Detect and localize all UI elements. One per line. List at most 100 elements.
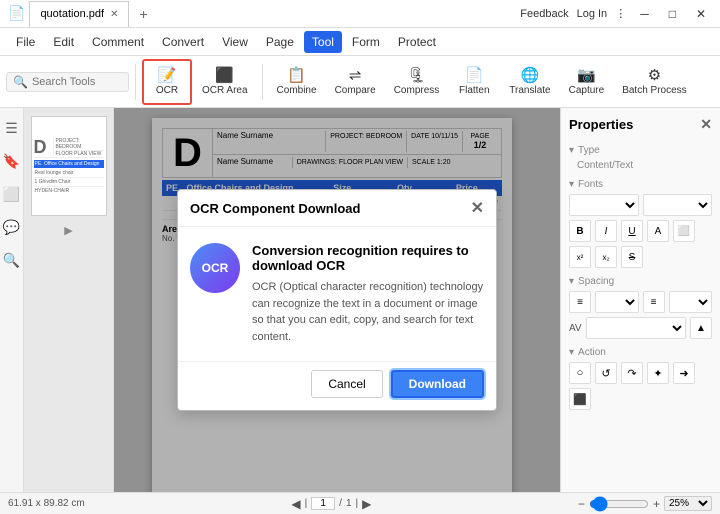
action-section: Action ○ ↺ ↷ ✦ ➜ ⬛	[569, 347, 712, 410]
search-tools-bar[interactable]: 🔍	[6, 72, 129, 92]
menu-bar: File Edit Comment Convert View Page Tool…	[0, 28, 720, 56]
panel-close-button[interactable]: ✕	[700, 116, 712, 133]
ocr-area-label: OCR Area	[202, 85, 248, 96]
translate-button[interactable]: 🌐 Translate	[501, 59, 558, 105]
sidebar-icon-comment[interactable]: 💬	[0, 215, 24, 240]
ocr-area-button[interactable]: ⬛ OCR Area	[194, 59, 256, 105]
menu-comment[interactable]: Comment	[84, 31, 152, 53]
search-icon: 🔍	[13, 75, 28, 89]
ocr-modal-icon: OCR	[190, 243, 240, 293]
capture-button[interactable]: 📷 Capture	[561, 59, 613, 105]
highlight-button[interactable]: ⬜	[673, 220, 695, 242]
menu-page[interactable]: Page	[258, 31, 302, 53]
menu-tool[interactable]: Tool	[304, 31, 342, 53]
compare-button[interactable]: ⇌ Compare	[327, 59, 384, 105]
left-sidebar: ☰ 🔖 ⬜ 💬 🔍	[0, 108, 24, 492]
ocr-button[interactable]: 📝 OCR	[142, 59, 192, 105]
new-tab-button[interactable]: +	[133, 4, 153, 24]
expand-panel-arrow[interactable]: ▶	[64, 224, 72, 237]
action-btn-5[interactable]: ➜	[673, 362, 695, 384]
action-btn-6[interactable]: ⬛	[569, 388, 591, 410]
flatten-button[interactable]: 📄 Flatten	[449, 59, 499, 105]
fonts-section: Fonts B I U A ⬜ x² x₂ S	[569, 179, 712, 268]
title-right: Feedback Log In ⋮ ─ □ ✕	[520, 5, 712, 23]
close-button[interactable]: ✕	[690, 5, 712, 23]
modal-body: OCR Conversion recognition requires to d…	[178, 227, 496, 361]
modal-heading: Conversion recognition requires to downl…	[252, 243, 484, 273]
sidebar-icon-pages[interactable]: ⬜	[0, 182, 24, 207]
zoom-out-button[interactable]: −	[578, 497, 585, 511]
color-button[interactable]: A	[647, 220, 669, 242]
font-family-select[interactable]	[569, 194, 639, 216]
menu-convert[interactable]: Convert	[154, 31, 212, 53]
sidebar-icon-menu[interactable]: ☰	[1, 116, 22, 141]
page-total: 1	[346, 498, 352, 509]
sidebar-icon-bookmark[interactable]: 🔖	[0, 149, 24, 174]
font-row-1	[569, 194, 712, 216]
file-tab[interactable]: quotation.pdf ✕	[29, 1, 129, 27]
strikethrough-button[interactable]: S	[621, 246, 643, 268]
modal-footer: Cancel Download	[178, 361, 496, 410]
modal-close-button[interactable]: ✕	[471, 198, 484, 218]
content-area: D Name Surname PROJECT: BEDROOM DATE 10/…	[114, 108, 560, 492]
font-row-2: B I U A ⬜	[569, 220, 712, 242]
compress-button[interactable]: 🗜 Compress	[386, 59, 448, 105]
sep1	[135, 64, 136, 100]
ocr-label: OCR	[156, 85, 178, 96]
cancel-button[interactable]: Cancel	[311, 370, 382, 398]
spacing-up-button[interactable]: ▲	[690, 317, 712, 339]
app-icon: 📄	[8, 5, 25, 22]
action-btn-4[interactable]: ✦	[647, 362, 669, 384]
compress-icon: 🗜	[407, 68, 426, 83]
font-size-select[interactable]	[643, 194, 713, 216]
translate-icon: 🌐	[521, 68, 540, 83]
sidebar-icon-search[interactable]: 🔍	[0, 248, 24, 273]
subscript-button[interactable]: x₂	[595, 246, 617, 268]
zoom-slider[interactable]	[589, 496, 649, 512]
tab-close-icon[interactable]: ✕	[110, 9, 118, 20]
type-value: Content/Text	[569, 160, 712, 171]
title-bar: 📄 quotation.pdf ✕ + Feedback Log In ⋮ ─ …	[0, 0, 720, 28]
bold-button[interactable]: B	[569, 220, 591, 242]
menu-protect[interactable]: Protect	[390, 31, 444, 53]
capture-label: Capture	[569, 85, 605, 96]
action-btn-2[interactable]: ↺	[595, 362, 617, 384]
zoom-in-button[interactable]: +	[653, 497, 660, 511]
batch-icon: ⚙	[648, 68, 661, 83]
login-link[interactable]: Log In	[577, 8, 608, 20]
flatten-label: Flatten	[459, 85, 490, 96]
prev-page-button[interactable]: ◀	[291, 497, 300, 511]
menu-view[interactable]: View	[214, 31, 256, 53]
align-right-button[interactable]: ≡	[643, 291, 665, 313]
menu-file[interactable]: File	[8, 31, 43, 53]
zoom-select[interactable]: 25% 50% 75% 100%	[664, 496, 712, 511]
minimize-button[interactable]: ─	[634, 5, 655, 23]
action-btn-3[interactable]: ↷	[621, 362, 643, 384]
underline-button[interactable]: U	[621, 220, 643, 242]
maximize-button[interactable]: □	[663, 5, 682, 23]
menu-form[interactable]: Form	[344, 31, 388, 53]
more-icon[interactable]: ⋮	[615, 7, 626, 20]
line-spacing-select[interactable]	[595, 291, 639, 313]
feedback-link[interactable]: Feedback	[520, 8, 568, 20]
compare-icon: ⇌	[349, 68, 362, 83]
indent-select[interactable]	[669, 291, 713, 313]
superscript-button[interactable]: x²	[569, 246, 591, 268]
spacing-row-1: ≡ ≡	[569, 291, 712, 313]
action-btn-1[interactable]: ○	[569, 362, 591, 384]
char-spacing-select[interactable]	[586, 317, 686, 339]
combine-button[interactable]: 📋 Combine	[269, 59, 325, 105]
ocr-download-modal: OCR Component Download ✕ OCR Conversion …	[177, 189, 497, 411]
align-left-button[interactable]: ≡	[569, 291, 591, 313]
spacing-row-2: AV ▲	[569, 317, 712, 339]
batch-process-button[interactable]: ⚙ Batch Process	[614, 59, 694, 105]
italic-button[interactable]: I	[595, 220, 617, 242]
modal-title: OCR Component Download	[190, 201, 360, 216]
download-button[interactable]: Download	[391, 370, 484, 398]
next-page-button[interactable]: ▶	[362, 497, 371, 511]
page-number-input[interactable]	[311, 497, 335, 510]
menu-edit[interactable]: Edit	[45, 31, 82, 53]
page-thumb-1[interactable]: D PROJECT: BEDROOM FLOOR PLAN VIEW PE. O…	[31, 116, 107, 216]
search-input[interactable]	[32, 76, 122, 88]
ocr-icon-label: OCR	[202, 261, 229, 275]
